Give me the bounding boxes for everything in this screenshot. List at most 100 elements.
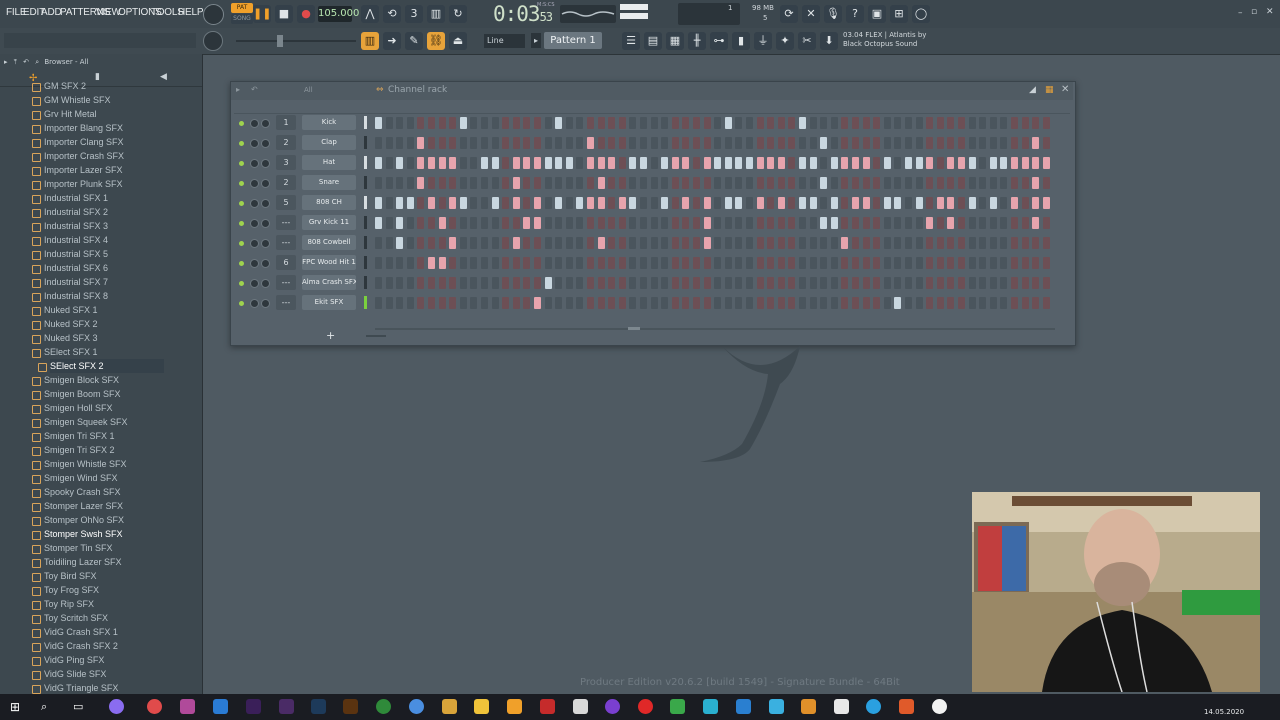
step-button[interactable] xyxy=(671,117,679,129)
step-button[interactable] xyxy=(947,237,955,249)
step-button[interactable] xyxy=(873,197,881,209)
step-button[interactable] xyxy=(841,177,849,189)
step-button[interactable] xyxy=(661,117,669,129)
step-button[interactable] xyxy=(915,177,923,189)
step-button[interactable] xyxy=(428,157,435,169)
step-button[interactable] xyxy=(883,217,891,229)
step-button[interactable] xyxy=(852,197,859,209)
step-button[interactable] xyxy=(385,177,393,189)
playlist-button[interactable]: ▥ xyxy=(361,32,379,50)
step-button[interactable] xyxy=(608,257,616,269)
step-button[interactable] xyxy=(661,137,669,149)
step-button[interactable] xyxy=(989,117,997,129)
step-button[interactable] xyxy=(576,117,584,129)
step-button[interactable] xyxy=(735,237,743,249)
step-button[interactable] xyxy=(597,237,605,249)
rack-close-button[interactable]: ✕ xyxy=(1061,84,1069,95)
channel-name-button[interactable]: Grv Kick 11 xyxy=(302,215,356,230)
arrow-button[interactable]: ➜ xyxy=(383,32,401,50)
step-button[interactable] xyxy=(852,217,859,229)
step-button[interactable] xyxy=(746,237,753,249)
step-button[interactable] xyxy=(989,197,997,209)
channel-mixer-track[interactable]: --- xyxy=(276,275,296,290)
master-pitch-knob[interactable] xyxy=(203,31,223,51)
step-button[interactable] xyxy=(777,137,785,149)
channel-selector[interactable] xyxy=(364,136,367,149)
step-button[interactable] xyxy=(936,137,944,149)
step-button[interactable] xyxy=(788,297,796,309)
step-button[interactable] xyxy=(534,157,541,169)
app-icon-14[interactable] xyxy=(540,699,555,714)
step-button[interactable] xyxy=(406,157,414,169)
step-button[interactable] xyxy=(565,137,573,149)
step-button[interactable] xyxy=(555,197,563,209)
step-button[interactable] xyxy=(820,137,828,149)
step-button[interactable] xyxy=(883,237,891,249)
save-button[interactable]: ▣ xyxy=(868,5,886,23)
step-button[interactable] xyxy=(406,257,414,269)
step-button[interactable] xyxy=(629,157,637,169)
step-button[interactable] xyxy=(767,177,775,189)
step-button[interactable] xyxy=(618,257,626,269)
app-icon-10[interactable] xyxy=(409,699,424,714)
stamp-button[interactable]: ⏏ xyxy=(449,32,467,50)
step-button[interactable] xyxy=(979,157,987,169)
browser-item[interactable]: Stomper Lazer SFX xyxy=(44,499,123,513)
step-button[interactable] xyxy=(915,217,923,229)
browser-item[interactable]: Toy Rip SFX xyxy=(44,597,94,611)
step-button[interactable] xyxy=(1032,117,1040,129)
metronome-button[interactable]: ⋀ xyxy=(361,5,379,23)
browser-item[interactable]: GM SFX 2 xyxy=(44,79,86,93)
step-button[interactable] xyxy=(629,217,637,229)
step-button[interactable] xyxy=(597,277,605,289)
step-button[interactable] xyxy=(534,197,541,209)
step-button[interactable] xyxy=(555,157,563,169)
step-button[interactable] xyxy=(703,217,711,229)
step-button[interactable] xyxy=(852,117,859,129)
step-button[interactable] xyxy=(512,257,520,269)
step-button[interactable] xyxy=(661,177,669,189)
step-button[interactable] xyxy=(746,177,753,189)
step-button[interactable] xyxy=(385,217,393,229)
step-button[interactable] xyxy=(502,137,510,149)
browser-item[interactable]: Industrial SFX 7 xyxy=(44,275,108,289)
step-button[interactable] xyxy=(512,277,520,289)
step-button[interactable] xyxy=(735,197,743,209)
step-button[interactable] xyxy=(1021,137,1029,149)
browser-item[interactable]: Toy Bird SFX xyxy=(44,569,97,583)
step-button[interactable] xyxy=(428,257,435,269)
browser-item[interactable]: VidG Slide SFX xyxy=(44,667,106,681)
browser-item[interactable]: Importer Plunk SFX xyxy=(44,177,123,191)
step-button[interactable] xyxy=(438,177,446,189)
step-button[interactable] xyxy=(534,217,541,229)
step-button[interactable] xyxy=(555,117,563,129)
step-button[interactable] xyxy=(375,217,382,229)
step-button[interactable] xyxy=(958,117,965,129)
step-button[interactable] xyxy=(1032,157,1040,169)
step-button[interactable] xyxy=(968,197,976,209)
step-button[interactable] xyxy=(958,277,965,289)
step-button[interactable] xyxy=(873,177,881,189)
channel-selector[interactable] xyxy=(364,196,367,209)
step-button[interactable] xyxy=(1021,217,1029,229)
step-button[interactable] xyxy=(1011,297,1018,309)
step-button[interactable] xyxy=(385,237,393,249)
browser-item[interactable]: Nuked SFX 3 xyxy=(44,331,98,345)
app-icon-15[interactable] xyxy=(573,699,588,714)
step-button[interactable] xyxy=(883,297,891,309)
step-button[interactable] xyxy=(428,237,435,249)
step-button[interactable] xyxy=(777,157,785,169)
channel-selector[interactable] xyxy=(364,216,367,229)
step-button[interactable] xyxy=(703,237,711,249)
step-button[interactable] xyxy=(682,277,690,289)
step-button[interactable] xyxy=(1000,217,1008,229)
step-button[interactable] xyxy=(1032,137,1040,149)
step-button[interactable] xyxy=(640,217,647,229)
step-button[interactable] xyxy=(841,297,849,309)
after-effects-icon[interactable] xyxy=(279,699,294,714)
step-button[interactable] xyxy=(936,257,944,269)
step-button[interactable] xyxy=(756,197,764,209)
channel-mixer-track[interactable]: 2 xyxy=(276,135,296,150)
browser-item[interactable]: VidG Triangle SFX xyxy=(44,681,118,695)
step-button[interactable] xyxy=(1021,237,1029,249)
